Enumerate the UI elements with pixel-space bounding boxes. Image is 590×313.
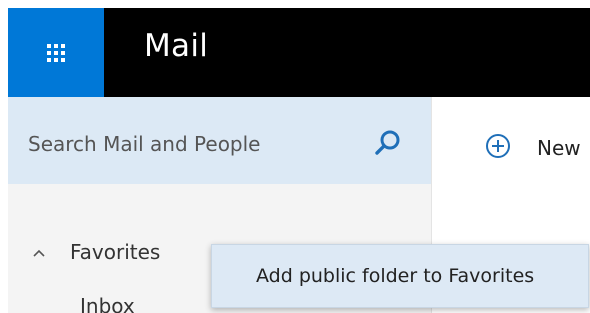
- new-button[interactable]: New: [537, 136, 581, 160]
- app-launcher-waffle-icon: [47, 43, 65, 62]
- top-bar: Mail: [8, 8, 590, 97]
- chevron-up-icon[interactable]: [32, 246, 46, 260]
- search-box[interactable]: Search Mail and People: [8, 97, 431, 184]
- search-input-placeholder[interactable]: Search Mail and People: [28, 132, 260, 156]
- favorites-header[interactable]: Favorites: [70, 240, 160, 264]
- app-title: Mail: [144, 28, 209, 64]
- folder-inbox[interactable]: Inbox: [80, 294, 135, 313]
- context-menu: Add public folder to Favorites: [211, 244, 589, 308]
- app-launcher-button[interactable]: [8, 8, 104, 97]
- plus-circle-icon[interactable]: [485, 133, 511, 159]
- search-icon[interactable]: [373, 129, 403, 159]
- menu-item-add-public-folder-to-favorites[interactable]: Add public folder to Favorites: [212, 265, 534, 287]
- outlook-window: Mail Search Mail and People New Favorite…: [8, 8, 590, 313]
